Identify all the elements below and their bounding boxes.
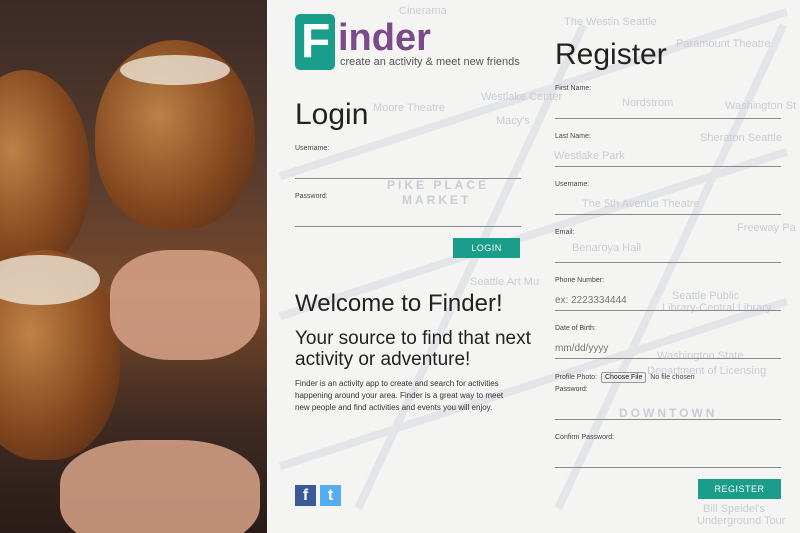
first-name-input[interactable] xyxy=(555,98,781,119)
phone-label: Phone Number: xyxy=(555,277,605,284)
map-label: PIKE PLACE xyxy=(387,178,490,192)
first-name-label: First Name: xyxy=(555,85,592,92)
hero-photo xyxy=(0,0,267,533)
logo-wordmark: inder xyxy=(338,17,431,59)
register-password-label: Password: xyxy=(555,386,588,393)
twitter-icon[interactable]: t xyxy=(320,485,341,506)
map-label: Bill Speidel's xyxy=(703,503,766,515)
facebook-glyph: f xyxy=(302,487,309,504)
dob-input[interactable] xyxy=(555,338,781,359)
main-panel: Cinerama The Westin Seattle Paramount Th… xyxy=(267,0,800,533)
facebook-icon[interactable]: f xyxy=(295,485,316,506)
choose-file-button[interactable]: Choose File xyxy=(600,372,647,383)
beer-glass-image xyxy=(0,70,90,270)
map-label: Underground Tour xyxy=(697,515,786,527)
logo-mark: F xyxy=(295,14,335,70)
hand-image xyxy=(110,250,260,360)
login-password-input[interactable] xyxy=(295,206,521,227)
map-label: The Westin Seattle xyxy=(564,16,657,28)
welcome-subtitle: Your source to find that next activity o… xyxy=(295,328,531,370)
welcome-description: Finder is an activity app to create and … xyxy=(295,379,504,412)
register-username-label: Username: xyxy=(555,181,590,188)
login-username-label: Username: xyxy=(295,145,330,152)
map-label: MARKET xyxy=(402,193,472,207)
glass-rim xyxy=(120,55,230,85)
register-button[interactable]: REGISTER xyxy=(698,479,781,499)
email-input[interactable] xyxy=(555,242,781,263)
dob-label: Date of Birth: xyxy=(555,325,596,332)
phone-input[interactable] xyxy=(555,290,781,311)
last-name-label: Last Name: xyxy=(555,133,591,140)
register-password-input[interactable] xyxy=(555,399,781,420)
confirm-password-input[interactable] xyxy=(555,447,781,468)
map-label: Macy's xyxy=(496,115,530,127)
file-status: No file chosen xyxy=(650,374,695,381)
map-label: Sheraton Seattle xyxy=(700,132,782,144)
login-password-label: Password: xyxy=(295,193,328,200)
twitter-glyph: t xyxy=(327,487,334,504)
email-label: Email: xyxy=(555,229,575,236)
profile-photo-label: Profile Photo: xyxy=(555,374,598,381)
logo-letter: F xyxy=(301,15,331,68)
register-title: Register xyxy=(555,38,667,71)
confirm-password-label: Confirm Password: xyxy=(555,434,615,441)
register-username-input[interactable] xyxy=(555,194,781,215)
map-label: Freeway Pa xyxy=(737,222,796,234)
map-label: Westlake Center xyxy=(481,91,563,103)
last-name-input[interactable] xyxy=(555,146,781,167)
hand-image-2 xyxy=(60,440,260,533)
map-label: Moore Theatre xyxy=(373,102,445,114)
welcome-title: Welcome to Finder! xyxy=(295,290,503,317)
profile-photo-row: Profile Photo: Choose File No file chose… xyxy=(555,372,695,383)
map-label: Seattle Art Mu xyxy=(470,276,540,288)
logo-tagline: create an activity & meet new friends xyxy=(340,56,520,68)
login-title: Login xyxy=(295,98,369,131)
login-button[interactable]: LOGIN xyxy=(453,238,520,258)
map-label: Paramount Theatre xyxy=(676,38,771,50)
login-username-input[interactable] xyxy=(295,158,521,179)
